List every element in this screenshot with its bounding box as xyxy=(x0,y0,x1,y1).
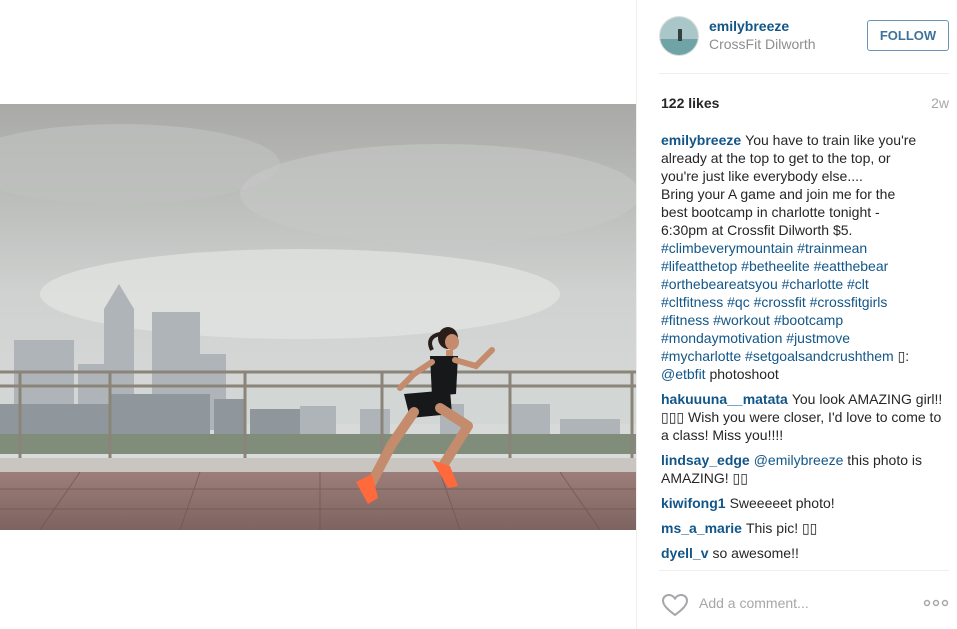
likes-row: 122 likes 2w xyxy=(661,94,949,114)
location-link[interactable]: CrossFit Dilworth xyxy=(709,36,816,52)
mention-link[interactable]: @emilybreeze xyxy=(754,452,844,468)
hashtag-line[interactable]: #fitness #workout #bootcamp xyxy=(661,311,951,329)
mention-link[interactable]: @etbfit xyxy=(661,366,706,382)
comment: kiwifong1 Sweeeeet photo! xyxy=(661,494,951,512)
more-options-icon[interactable] xyxy=(923,595,949,611)
photo-pane xyxy=(0,0,636,629)
comment-text: so awesome!! xyxy=(712,545,799,561)
comment-author[interactable]: kiwifong1 xyxy=(661,495,726,511)
comment-author[interactable]: ms_a_marie xyxy=(661,520,742,536)
username-link[interactable]: emilybreeze xyxy=(709,18,789,34)
comment-text: This pic! ▯▯ xyxy=(745,520,818,536)
heart-icon[interactable] xyxy=(661,593,689,617)
comment-author[interactable]: dyell_v xyxy=(661,545,708,561)
hashtag-line[interactable]: #climbeverymountain #trainmean xyxy=(661,239,951,257)
comment-author[interactable]: lindsay_edge xyxy=(661,452,750,468)
post-header: emilybreeze CrossFit Dilworth FOLLOW xyxy=(659,14,949,74)
post-photo[interactable] xyxy=(0,104,636,530)
caption-text: ▯: xyxy=(893,348,910,364)
hashtag-line[interactable]: #lifeatthetop #betheelite #eatthebear xyxy=(661,257,951,275)
caption-text-line: 6:30pm at Crossfit Dilworth $5. xyxy=(661,222,853,238)
hashtag-line[interactable]: #orthebeareatsyou #charlotte #clt xyxy=(661,275,951,293)
comments-list: emilybreeze You have to train like you're… xyxy=(661,131,951,569)
add-comment-input[interactable] xyxy=(699,591,899,615)
comment: dyell_v so awesome!! xyxy=(661,544,951,562)
caption-text: photoshoot xyxy=(705,366,779,382)
likes-count[interactable]: 122 likes xyxy=(661,95,719,111)
caption-text-line: already at the top to get to the top, or xyxy=(661,150,891,166)
comment-text: Sweeeeet photo! xyxy=(729,495,835,511)
hashtag-line[interactable]: #mondaymotivation #justmove xyxy=(661,329,951,347)
follow-button[interactable]: FOLLOW xyxy=(867,20,949,51)
hashtag-line[interactable]: #mycharlotte #setgoalsandcrushthem xyxy=(661,348,894,364)
caption-text-line: best bootcamp in charlotte tonight - xyxy=(661,204,880,220)
hashtag-line[interactable]: #cltfitness #qc #crossfit #crossfitgirls xyxy=(661,293,951,311)
comment: hakuuuna__matata You look AMAZING girl!! … xyxy=(661,390,951,444)
add-comment-row xyxy=(659,570,949,629)
caption-text-line: You have to train like you're xyxy=(745,132,917,148)
comment: lindsay_edge @emilybreeze this photo is A… xyxy=(661,451,951,487)
post-side-panel: emilybreeze CrossFit Dilworth FOLLOW 122… xyxy=(636,0,957,629)
caption-text-line: you're just like everybody else.... xyxy=(661,168,863,184)
caption-author[interactable]: emilybreeze xyxy=(661,132,741,148)
caption-text-line: Bring your A game and join me for the xyxy=(661,186,896,202)
timestamp[interactable]: 2w xyxy=(931,95,949,111)
avatar[interactable] xyxy=(659,16,699,56)
comment: ms_a_marie This pic! ▯▯ xyxy=(661,519,951,537)
caption: emilybreeze You have to train like you're… xyxy=(661,131,951,383)
comment-author[interactable]: hakuuuna__matata xyxy=(661,391,788,407)
